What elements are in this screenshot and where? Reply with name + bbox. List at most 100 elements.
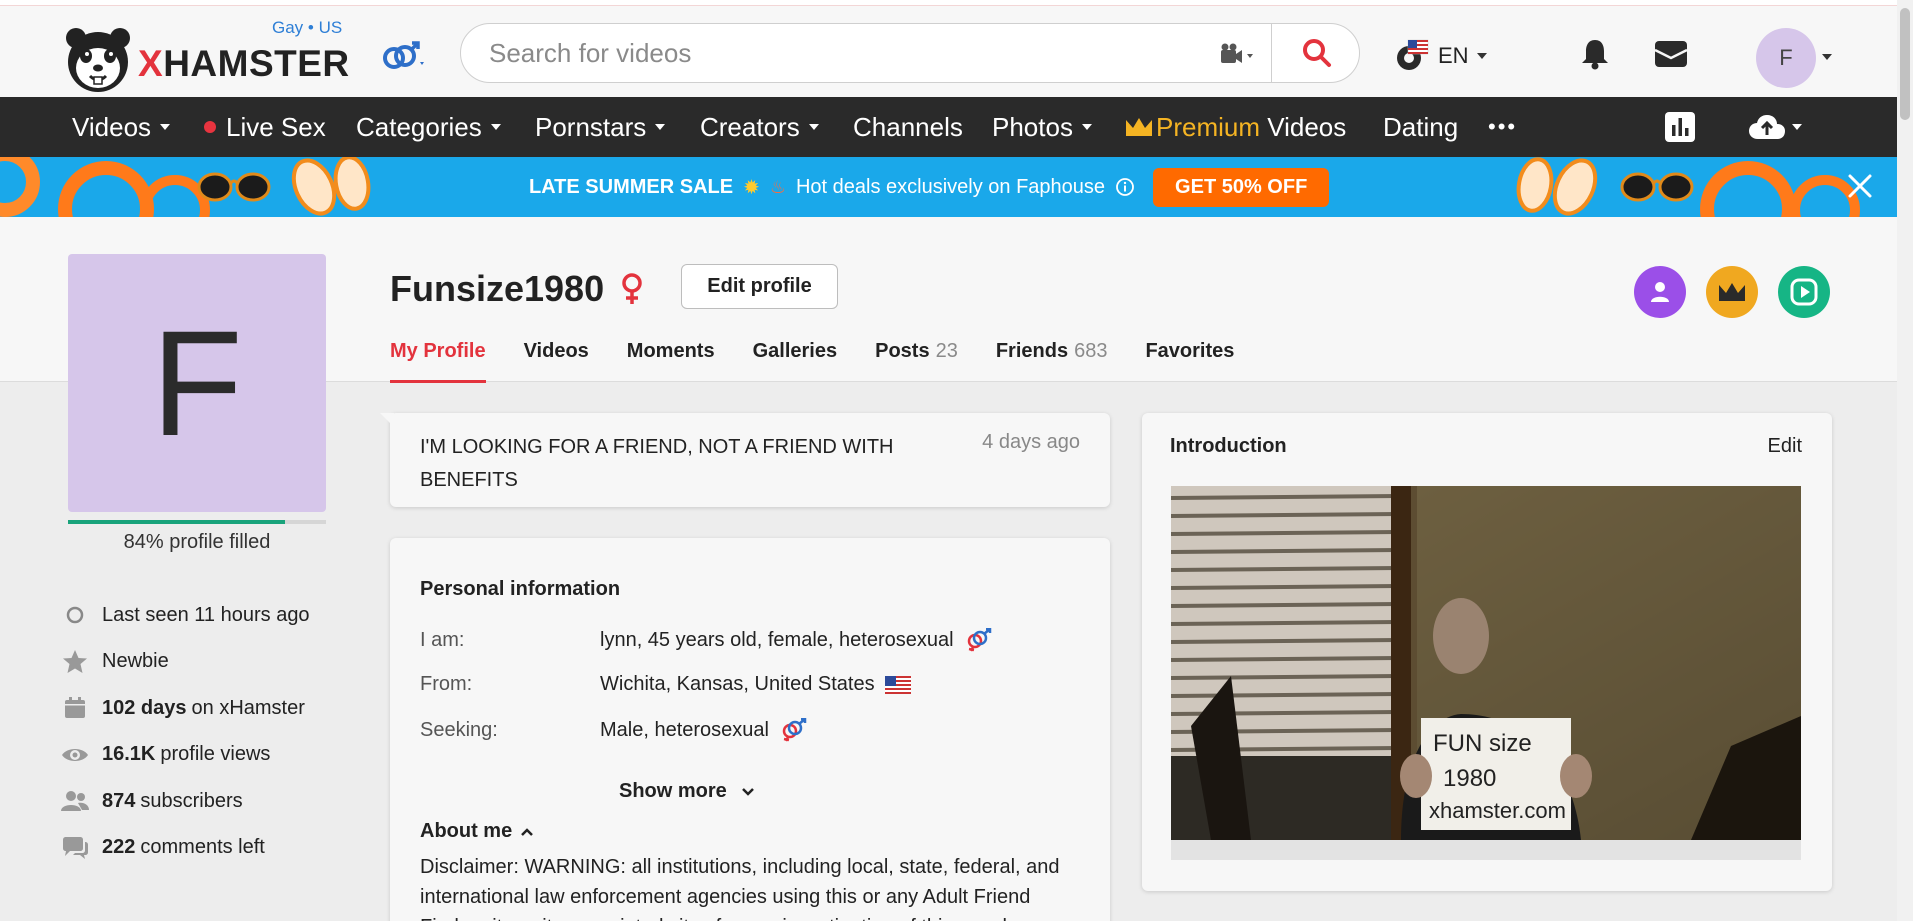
scrollbar-thumb[interactable] [1900,8,1910,120]
comments-value: 222 [102,836,136,859]
region-link[interactable]: Gay • US [272,18,342,38]
flip-flops-icon [1516,157,1598,216]
profile-filled-text: 84% profile filled [123,531,271,553]
flame-icon: ♨ [769,176,786,197]
eye-icon [62,748,88,761]
nav-videos-label: Videos [72,111,152,142]
search-divider [1271,24,1272,82]
iam-label: I am: [420,628,465,651]
play-icon [1790,278,1818,306]
introduction-photo-strip [1171,840,1801,860]
tab-friends[interactable]: Friends 683 [996,334,1108,382]
chevron-down-icon [160,124,171,130]
nav-premium-videos[interactable]: Premium Videos [1124,97,1346,157]
nav-dating[interactable]: Dating [1383,97,1458,157]
notifications-button[interactable] [1580,38,1610,75]
page-scrollbar[interactable] [1897,0,1913,921]
nav-photos[interactable]: Photos [992,97,1092,157]
female-icon [620,272,644,311]
creator-badge[interactable] [1778,266,1830,318]
search-input[interactable] [489,36,1149,70]
nav-categories[interactable]: Categories [356,97,501,157]
last-seen-text: Last seen 11 hours ago [102,603,310,626]
tab-posts[interactable]: Posts 23 [875,334,958,382]
us-flag-icon [884,675,911,694]
chevron-down-icon [741,787,754,796]
info-row-iam: I am: lynn, 45 years old, female, hetero… [420,628,992,652]
nav-videos[interactable]: Videos [72,97,171,157]
messages-button[interactable] [1654,40,1688,73]
close-banner-button[interactable] [1845,171,1875,201]
hamster-logo-icon [66,28,130,92]
tab-friends-count: 683 [1074,340,1108,362]
user-menu-chevron-icon[interactable] [1822,54,1832,60]
introduction-edit-link[interactable]: Edit [1768,435,1802,458]
tab-my-profile[interactable]: My Profile [390,334,486,383]
close-icon [1848,174,1872,198]
crown-icon [1719,283,1745,301]
profile-progress-fill [68,520,285,524]
tab-galleries[interactable]: Galleries [753,334,838,382]
profile-avatar[interactable]: F [68,254,326,512]
tab-moments[interactable]: Moments [627,334,715,382]
tab-videos[interactable]: Videos [524,334,589,382]
hetero-symbol-icon [782,718,807,742]
nav-dating-label: Dating [1383,111,1459,142]
promo-cta-button[interactable]: GET 50% OFF [1153,167,1330,207]
from-value-wrap: Wichita, Kansas, United States [600,673,911,696]
crown-icon [1126,118,1152,136]
from-value: Wichita, Kansas, United States [600,673,875,695]
iam-value: lynn, 45 years old, female, heterosexual [600,628,954,651]
nav-channels[interactable]: Channels [853,97,963,157]
nav-more[interactable]: ••• [1488,97,1517,157]
subscribers-value: 874 [102,789,136,812]
chevron-up-icon [521,827,534,836]
camera-filter[interactable] [1219,42,1259,66]
comments-label: comments left [140,836,265,859]
nav-live-sex[interactable]: Live Sex [204,97,326,157]
show-more-button[interactable]: Show more [619,780,755,803]
person-icon [1651,282,1669,302]
about-me-title: About me [420,820,513,842]
search-button[interactable] [1273,24,1361,82]
info-icon[interactable] [1115,177,1135,197]
tab-favorites[interactable]: Favorites [1145,334,1234,382]
edit-profile-button[interactable]: Edit profile [681,264,838,309]
nav-creators[interactable]: Creators [700,97,819,157]
sale-label: LATE SUMMER SALE [529,175,734,198]
mail-icon [1654,41,1688,67]
bell-icon [1582,40,1608,70]
stats-button[interactable] [1664,97,1696,157]
nav-pornstars[interactable]: Pornstars [535,97,666,157]
days-label: on xHamster [191,696,305,719]
about-me-toggle[interactable]: About me [420,820,534,843]
language-selector[interactable]: EN [1394,38,1487,74]
introduction-photo[interactable]: FUN size 1980 xhamster.com [1171,486,1801,840]
video-camera-icon [1221,43,1253,63]
tab-friends-label: Friends [995,340,1069,362]
user-avatar[interactable]: F [1756,28,1816,88]
user-badge[interactable] [1634,266,1686,318]
stat-last-seen: Last seen 11 hours ago [60,592,310,639]
nav-creators-label: Creators [700,111,800,142]
level-text: Newbie [102,650,169,673]
promo-banner[interactable]: LATE SUMMER SALE ✹ ♨ Hot deals exclusive… [0,157,1897,217]
chevron-down-icon [808,124,819,130]
hetero-symbol-icon [967,628,991,652]
chevron-down-icon [1792,124,1802,130]
nav-categories-label: Categories [356,111,482,142]
seeking-value: Male, heterosexual [600,718,769,741]
chevron-down-icon [490,124,501,130]
premium-badge[interactable] [1706,266,1758,318]
upload-button[interactable] [1748,97,1802,157]
site-header: XHAMSTER Gay • US Search for videos EN F [0,6,1897,97]
nav-pornstars-label: Pornstars [535,111,647,142]
orientation-switch[interactable] [378,36,426,76]
settings-flag-icon [1397,39,1429,70]
nav-premium-word: Premium [1156,111,1261,142]
comments-icon [63,836,88,859]
chevron-down-icon [1476,53,1487,59]
promo-content: LATE SUMMER SALE ✹ ♨ Hot deals exclusive… [529,157,1330,217]
cloud-upload-icon [1749,115,1785,139]
personal-info-title: Personal information [420,578,621,600]
